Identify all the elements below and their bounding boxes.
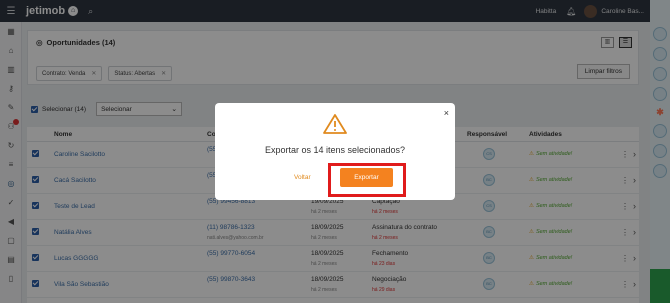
modal-overlay[interactable]: × Exportar os 14 itens selecionados? Vol… [0,0,670,303]
back-button[interactable]: Voltar [294,174,311,181]
warning-icon [323,114,347,134]
export-button[interactable]: Exportar [340,168,393,187]
close-icon[interactable]: × [444,108,449,118]
dialog-message: Exportar os 14 itens selecionados? [264,145,406,155]
export-confirm-dialog: × Exportar os 14 itens selecionados? Vol… [215,103,455,200]
